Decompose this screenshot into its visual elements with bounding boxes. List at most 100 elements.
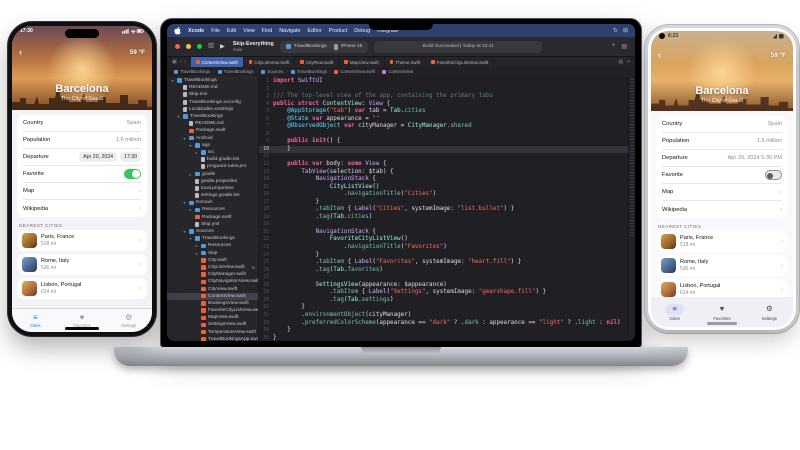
back-button[interactable]: ‹: [658, 51, 661, 60]
code-line[interactable]: 30 .tag(Tab.settings): [259, 297, 635, 305]
file-tab-favoritecitylistview-swift[interactable]: FavoriteCityListView.swift: [426, 57, 494, 67]
tree-item-src[interactable]: ▸ src: [167, 149, 258, 156]
disclosure-icon[interactable]: ▾: [182, 229, 187, 234]
navigator-toggle-icon[interactable]: ▥: [208, 43, 214, 50]
tree-item-favoritecitylistview-swift[interactable]: FavoriteCityListView.swift: [167, 307, 258, 314]
menu-edit[interactable]: Edit: [227, 28, 236, 34]
code-line[interactable]: 5 @AppStorage("tab") var tab = Tab.citie…: [259, 108, 635, 116]
window-close-button[interactable]: [175, 44, 180, 49]
jump-bar-item[interactable]: ContentView.swift: [334, 69, 375, 74]
add-editor-icon[interactable]: +: [627, 59, 630, 65]
code-line[interactable]: 21 NavigationStack {: [259, 229, 635, 237]
apple-logo-icon[interactable]: [174, 27, 181, 35]
disclosure-icon[interactable]: ▸: [194, 243, 199, 248]
tab-favorites[interactable]: ♥Favorites: [59, 314, 106, 328]
tree-item-contentview-swift[interactable]: ContentView.swift: [167, 293, 258, 300]
tree-item-skip-env[interactable]: Skip.env: [167, 91, 258, 98]
tree-item-app[interactable]: ▾ app: [167, 142, 258, 149]
tree-item-localizable-xcstrings[interactable]: Localizable.xcstrings: [167, 106, 258, 113]
code-line[interactable]: 23 .navigationTitle("Favorites"): [259, 244, 635, 252]
tree-item-sources[interactable]: ▾ Sources: [167, 228, 258, 235]
disclosure-icon[interactable]: ▸: [188, 207, 193, 212]
code-line[interactable]: 14 NavigationStack {: [259, 176, 635, 184]
tree-item-android[interactable]: ▾ Android: [167, 135, 258, 142]
tab-settings[interactable]: ⚙Settings: [746, 304, 793, 321]
favorite-toggle[interactable]: [765, 170, 782, 180]
jump-bar-item[interactable]: TravelBookings: [218, 69, 254, 74]
jump-bar-item[interactable]: TravelBookings: [174, 69, 210, 74]
tree-item-settings-gradle-kts[interactable]: settings.gradle.kts: [167, 192, 258, 199]
file-tab-mapview-swift[interactable]: MapView.swift: [339, 57, 385, 67]
code-line[interactable]: 31 }: [259, 304, 635, 312]
code-line[interactable]: 27: [259, 274, 635, 282]
tree-item-resources[interactable]: ▸ Resources: [167, 206, 258, 213]
tree-item-resources[interactable]: ▸ Resources: [167, 242, 258, 249]
city-row-rome-italy[interactable]: Rome, Italy 536 mi ›: [17, 254, 147, 275]
city-row-paris-france[interactable]: Paris, France 518 mi ›: [656, 231, 788, 252]
tree-item-readme-md[interactable]: README.md: [167, 120, 258, 127]
detail-row-wikipedia[interactable]: Wikipedia›: [662, 201, 782, 218]
disclosure-icon[interactable]: ▾: [188, 143, 193, 148]
code-line[interactable]: 7 @ObservedObject var cityManager = City…: [259, 123, 635, 131]
code-line[interactable]: 35}: [259, 335, 635, 341]
code-line[interactable]: 3/// The top-level view of the app, cont…: [259, 93, 635, 101]
menu-xcode[interactable]: Xcode: [188, 28, 204, 34]
disclosure-icon[interactable]: ▸: [194, 150, 199, 155]
go-back-icon[interactable]: ‹: [180, 59, 182, 65]
run-button[interactable]: ▶: [220, 43, 225, 50]
tree-item-skip-yml[interactable]: Skip.yml: [167, 221, 258, 228]
tree-item-mapview-swift[interactable]: MapView.swift: [167, 314, 258, 321]
code-line[interactable]: 15 CityListView(): [259, 184, 635, 192]
code-line[interactable]: 22 FavoriteCityListView(): [259, 236, 635, 244]
jump-bar-item[interactable]: TravelBookings: [291, 69, 327, 74]
city-row-lisbon-portugal[interactable]: Lisbon, Portugal 614 mi ›: [656, 279, 788, 297]
tree-item-travelbookings[interactable]: ▾ TravelBookings: [167, 77, 258, 84]
file-tab-theme-swift[interactable]: Theme.swift: [385, 57, 426, 67]
menu-debug[interactable]: Debug: [354, 28, 370, 34]
favorite-toggle[interactable]: [124, 169, 141, 179]
editor-minimap[interactable]: [628, 76, 635, 341]
tree-item-gradle[interactable]: ▸ gradle: [167, 170, 258, 177]
code-line[interactable]: 34 }: [259, 327, 635, 335]
picker-capsule[interactable]: 17:30: [120, 152, 141, 162]
code-line[interactable]: 26 .tag(Tab.favorites): [259, 267, 635, 275]
tree-item-build-gradle-kts[interactable]: build.gradle.kts: [167, 156, 258, 163]
jump-bar-item[interactable]: ContentView: [382, 69, 413, 74]
window-minimize-button[interactable]: [186, 44, 191, 49]
code-line[interactable]: 2: [259, 86, 635, 94]
code-line[interactable]: 4public struct ContentView: View {: [259, 101, 635, 109]
code-line[interactable]: 19 .tag(Tab.cities): [259, 214, 635, 222]
menu-navigate[interactable]: Navigate: [279, 28, 300, 34]
disclosure-icon[interactable]: ▾: [182, 200, 187, 205]
picker-capsule[interactable]: Apr 20, 2024: [79, 152, 117, 162]
detail-row-map[interactable]: Map›: [662, 184, 782, 201]
tree-item-package-swift[interactable]: Package.swift: [167, 214, 258, 221]
tree-item-travelbookings[interactable]: ▾ TravelBookings: [167, 113, 258, 120]
tree-item-settingsview-swift[interactable]: SettingsView.swift: [167, 321, 258, 328]
code-line[interactable]: 10 }: [259, 146, 635, 154]
code-line[interactable]: 20: [259, 221, 635, 229]
code-line[interactable]: 33 .preferredColorScheme(appearance == "…: [259, 320, 635, 328]
tree-item-proguard-rules-pro[interactable]: proguard-rules.pro: [167, 163, 258, 170]
tree-item-cityview-swift[interactable]: CityView.swift: [167, 285, 258, 292]
tree-item-citylistview-swift[interactable]: CityListView.swiftM: [167, 264, 258, 271]
code-line[interactable]: 17 }: [259, 199, 635, 207]
city-row-rome-italy[interactable]: Rome, Italy 536 mi ›: [656, 255, 788, 276]
menu-product[interactable]: Product: [329, 28, 348, 34]
menu-view[interactable]: View: [243, 28, 255, 34]
menu-file[interactable]: File: [211, 28, 220, 34]
code-line[interactable]: 24 }: [259, 252, 635, 260]
window-zoom-button[interactable]: [197, 44, 202, 49]
disclosure-icon[interactable]: ▸: [188, 172, 193, 177]
sync-status-icon[interactable]: ↻: [613, 27, 618, 34]
code-line[interactable]: 28 SettingsView(appearance: $appearance): [259, 282, 635, 290]
code-line[interactable]: 11: [259, 153, 635, 161]
menu-editor[interactable]: Editor: [308, 28, 322, 34]
code-line[interactable]: 18 .tabItem { Label("Cities", systemImag…: [259, 206, 635, 214]
tree-item-citymanager-swift[interactable]: CityManager.swift: [167, 271, 258, 278]
tree-item-travelbookingsapp-swift[interactable]: TravelBookingsApp.swift: [167, 336, 258, 341]
tab-favorites[interactable]: ♥Favorites: [698, 304, 745, 321]
code-line[interactable]: 6 @State var appearance = "": [259, 116, 635, 124]
disclosure-icon[interactable]: ▾: [188, 236, 193, 241]
code-line[interactable]: 8: [259, 131, 635, 139]
